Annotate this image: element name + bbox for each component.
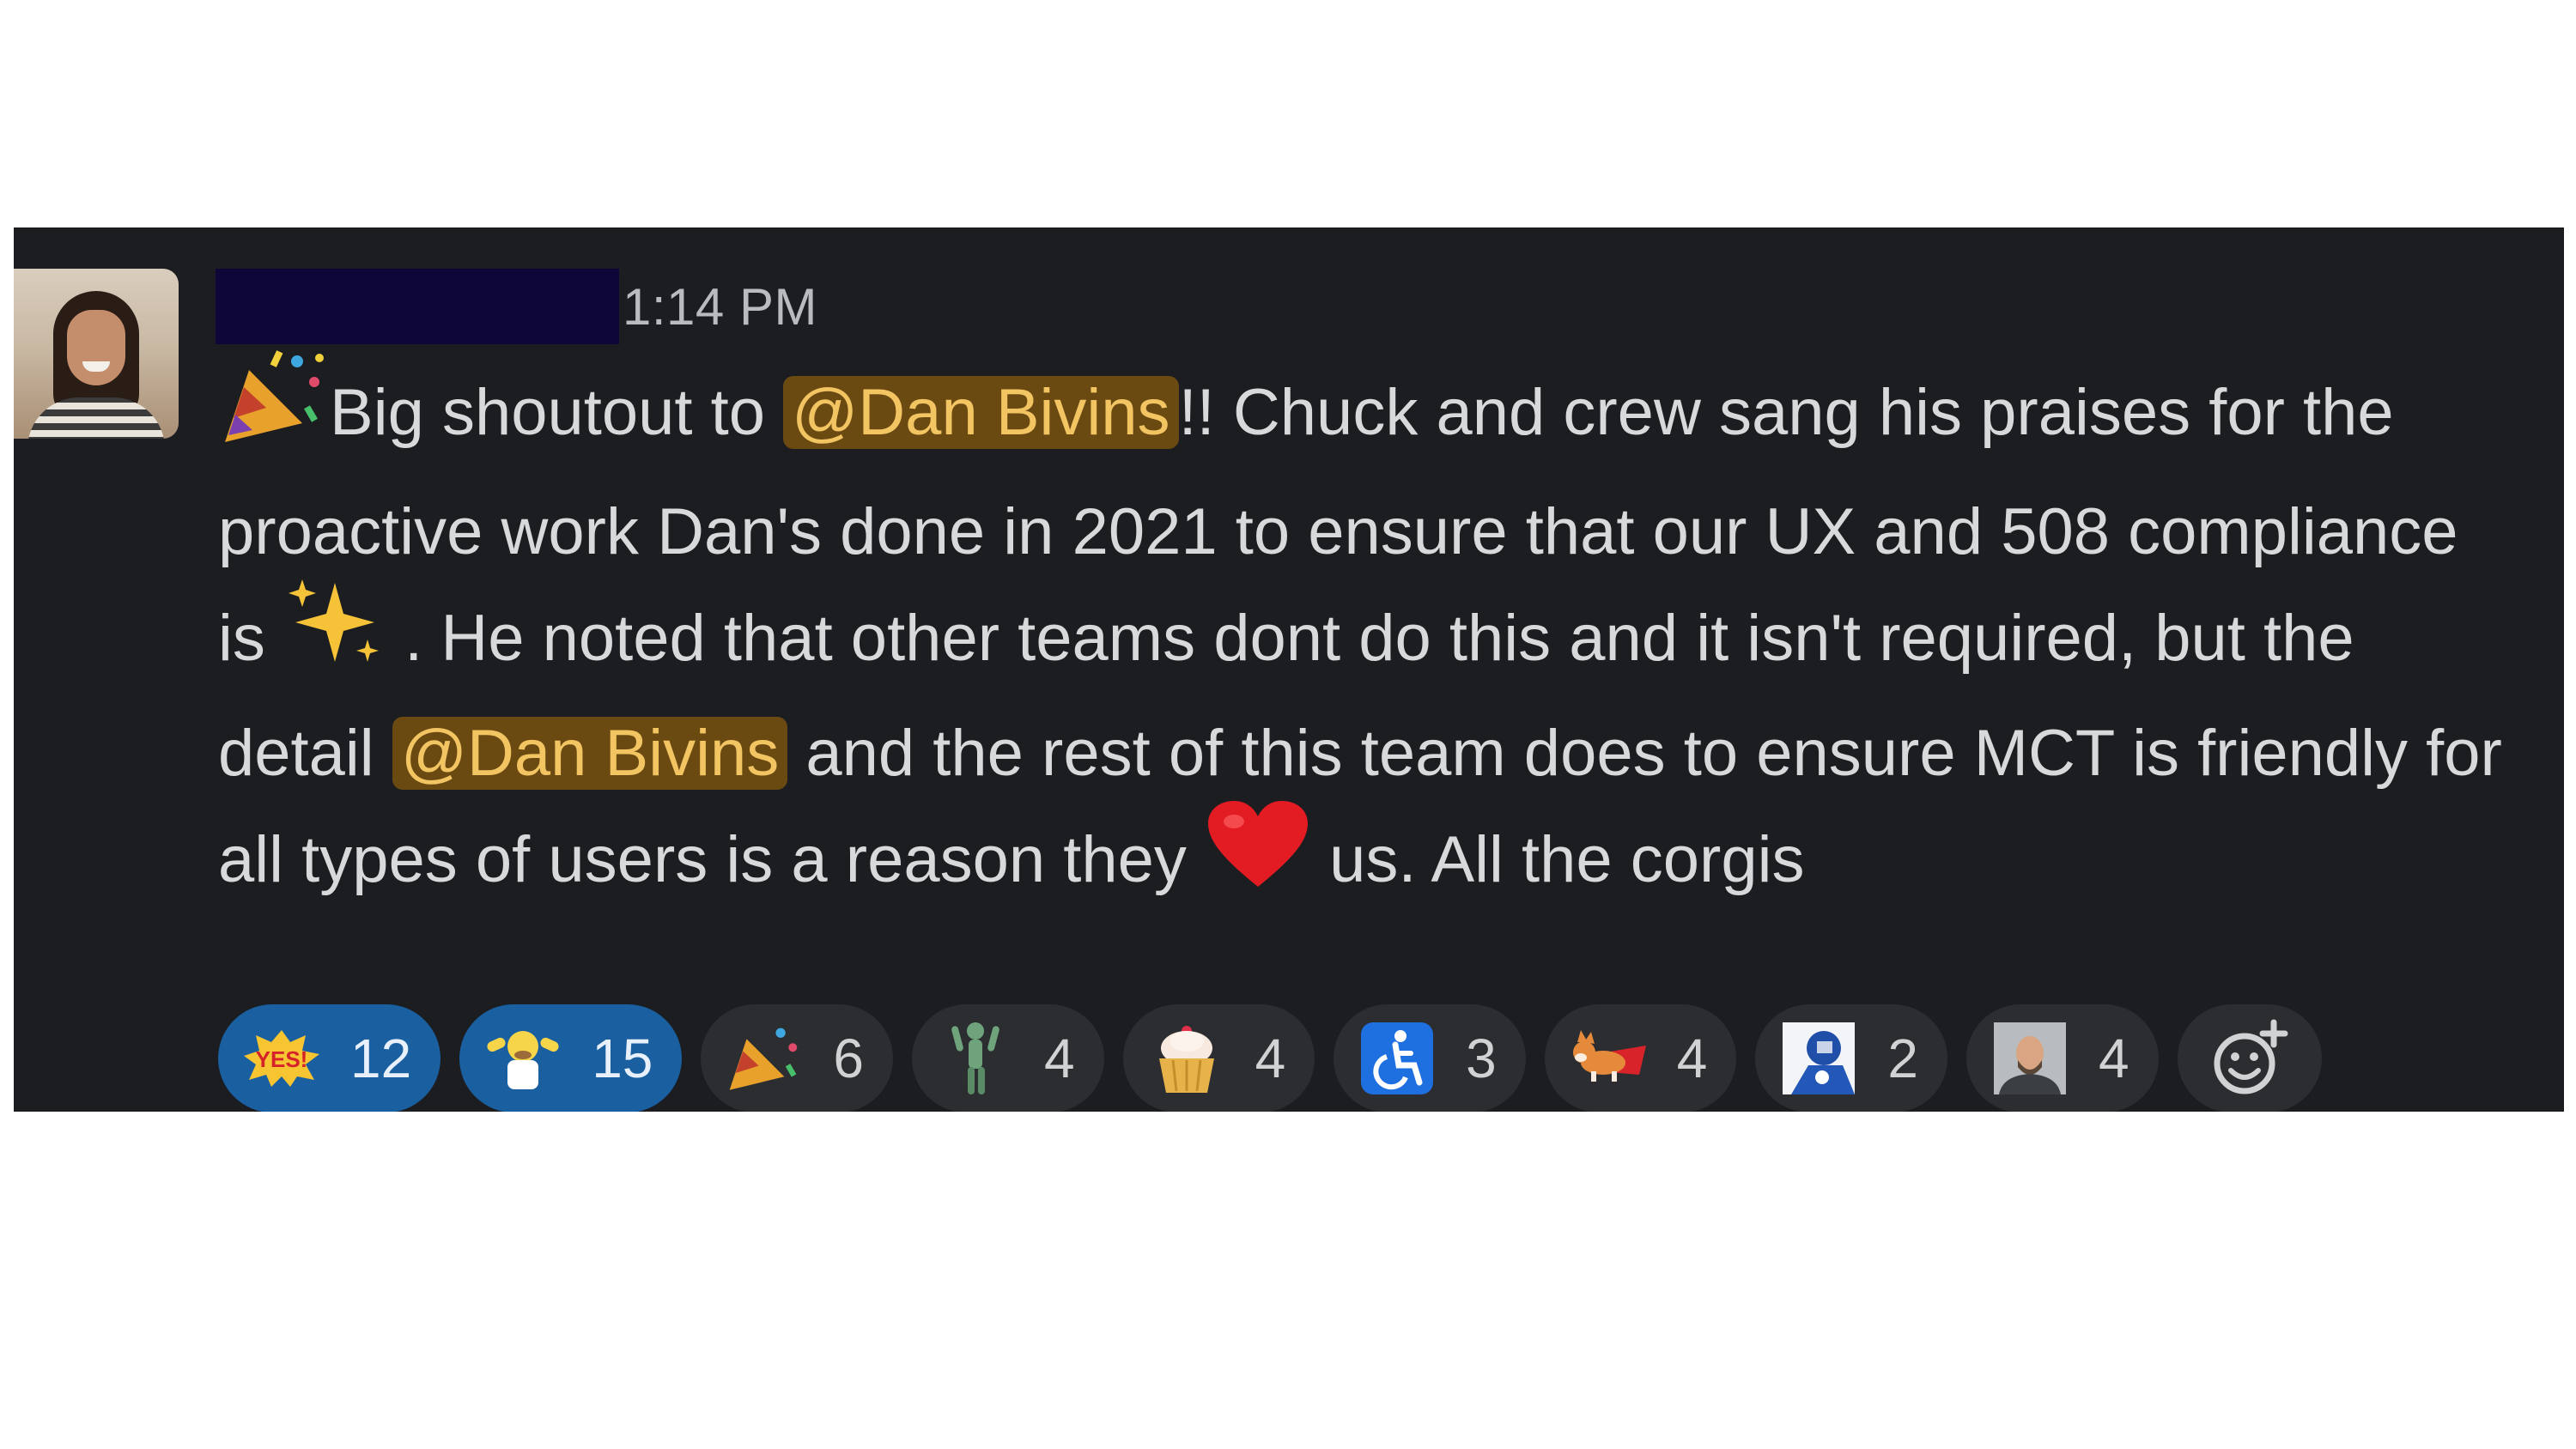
red-heart-icon	[1205, 797, 1311, 923]
reaction-pill[interactable]: 4	[1122, 1004, 1315, 1112]
user-mention[interactable]: @Dan Bivins	[783, 376, 1179, 450]
yes-emoji-icon: YES!	[242, 1019, 321, 1098]
person-photo-emoji-icon	[1990, 1019, 2069, 1098]
dancing-figure-emoji-icon	[936, 1019, 1015, 1098]
reaction-pill[interactable]: 6	[701, 1004, 893, 1112]
reaction-pill[interactable]: 2	[1755, 1004, 1947, 1112]
body-text-part-5: us. All the corgis	[1311, 823, 1805, 897]
add-reaction-icon	[2210, 1019, 2289, 1098]
reaction-pill[interactable]: 15	[459, 1004, 683, 1112]
message-header: 1:14 PM	[216, 269, 817, 344]
cupcake-emoji-icon	[1147, 1019, 1226, 1098]
avatar[interactable]	[14, 269, 179, 439]
reaction-pill[interactable]: 4	[1965, 1004, 2159, 1112]
reaction-count: 12	[350, 1028, 412, 1089]
message-body: Big shoutout to @Dan Bivins!! Chuck and …	[218, 350, 2519, 923]
timestamp[interactable]: 1:14 PM	[623, 277, 817, 336]
party-popper-icon	[218, 346, 330, 480]
hockey-player-emoji-icon	[1779, 1019, 1858, 1098]
homer-woohoo-emoji-icon	[483, 1019, 562, 1098]
wheelchair-accessibility-emoji-icon	[1358, 1019, 1437, 1098]
reaction-bar: YES! 12 15 6 4 4 3 4 2 4	[218, 1004, 2322, 1112]
reaction-count: 4	[1043, 1028, 1075, 1089]
reaction-count: 4	[1255, 1028, 1286, 1089]
reaction-count: 3	[1466, 1028, 1497, 1089]
user-mention[interactable]: @Dan Bivins	[392, 717, 788, 790]
reaction-pill[interactable]: YES! 12	[218, 1004, 441, 1112]
avatar-face	[67, 310, 125, 385]
reaction-pill[interactable]: 4	[1544, 1004, 1737, 1112]
reaction-pill[interactable]: 4	[911, 1004, 1104, 1112]
body-text-part-1: Big shoutout to	[330, 376, 784, 450]
reaction-pill[interactable]: 3	[1334, 1004, 1526, 1112]
svg-text:YES!: YES!	[256, 1046, 308, 1072]
flying-corgi-emoji-icon	[1569, 1019, 1648, 1098]
reaction-count: 2	[1887, 1028, 1918, 1089]
reaction-count: 4	[2098, 1028, 2129, 1089]
party-popper-emoji-icon	[725, 1019, 804, 1098]
reaction-count: 15	[592, 1028, 653, 1089]
avatar-shirt	[27, 397, 165, 439]
sparkles-icon	[283, 576, 386, 701]
page-canvas: 1:14 PM Big shoutout to @Dan Bivins!! Ch…	[0, 0, 2576, 1449]
reaction-count: 6	[833, 1028, 864, 1089]
add-reaction-button[interactable]	[2177, 1004, 2322, 1112]
message-panel: 1:14 PM Big shoutout to @Dan Bivins!! Ch…	[14, 227, 2564, 1112]
sender-name-redacted[interactable]	[216, 269, 619, 344]
reaction-count: 4	[1676, 1028, 1708, 1089]
